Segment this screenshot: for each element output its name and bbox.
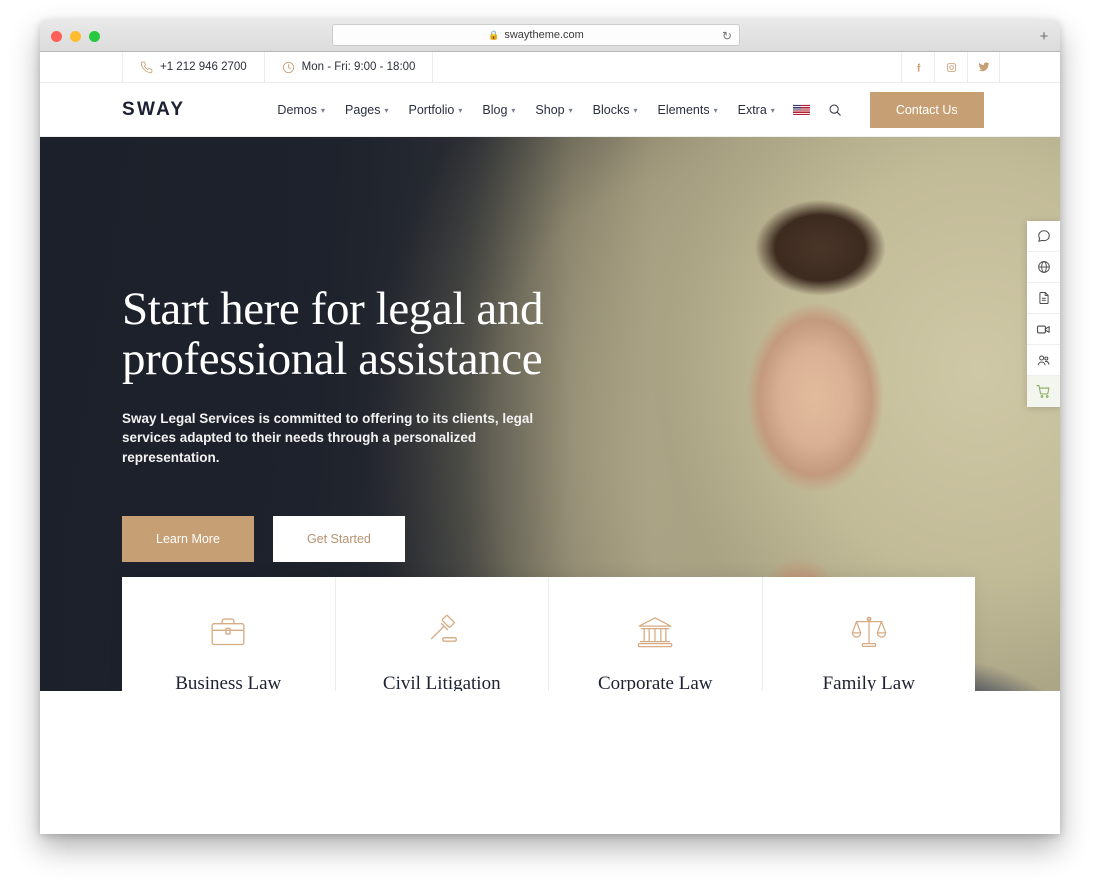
nav-label: Elements: [657, 102, 710, 117]
minimize-window-button[interactable]: [70, 31, 81, 42]
nav-right-group: Contact Us: [792, 91, 984, 128]
phone-info[interactable]: +1 212 946 2700: [122, 52, 265, 82]
topbar-contact-group: +1 212 946 2700 Mon - Fri: 9:00 - 18:00: [122, 52, 434, 82]
contact-us-button[interactable]: Contact Us: [869, 91, 984, 128]
get-started-button[interactable]: Get Started: [272, 516, 405, 563]
nav-label: Demos: [277, 102, 318, 117]
close-window-button[interactable]: [51, 31, 62, 42]
chevron-down-icon: ▾: [568, 106, 573, 115]
nav-label: Portfolio: [408, 102, 455, 117]
traffic-lights: [51, 31, 100, 42]
learn-more-button[interactable]: Learn More: [122, 516, 254, 563]
webpage: +1 212 946 2700 Mon - Fri: 9:00 - 18:00: [40, 52, 1060, 834]
card-title: Family Law: [822, 673, 915, 691]
chevron-down-icon: ▾: [511, 106, 516, 115]
card-title: Civil Litigation: [382, 673, 501, 691]
hero-title-line2: professional assistance: [122, 332, 543, 385]
card-title: Business Law: [175, 673, 282, 691]
business-hours: Mon - Fri: 9:00 - 18:00: [301, 61, 416, 73]
service-card-family-law[interactable]: Family Law Get expert legal support from…: [763, 577, 976, 691]
lock-icon: 🔒: [488, 29, 500, 40]
video-icon[interactable]: [1027, 314, 1060, 345]
chevron-down-icon: ▾: [713, 106, 718, 115]
card-title: Corporate Law: [598, 673, 713, 691]
nav-label: Shop: [535, 102, 565, 117]
us-flag-icon[interactable]: [792, 104, 810, 115]
chevron-down-icon: ▾: [321, 106, 326, 115]
service-card-corporate-law[interactable]: Corporate Law Get expert legal support f…: [549, 577, 763, 691]
service-cards: Business Law Get expert legal support fr…: [122, 577, 975, 691]
hero-content: Start here for legal and professional as…: [122, 283, 592, 563]
phone-number: +1 212 946 2700: [160, 61, 247, 73]
nav-menu: Demos ▾ Pages ▾ Portfolio ▾ Blog ▾ Shop: [277, 103, 774, 117]
chat-icon[interactable]: [1027, 221, 1060, 252]
cart-icon[interactable]: [1027, 376, 1060, 407]
hours-info: Mon - Fri: 9:00 - 18:00: [263, 52, 434, 82]
courthouse-icon: [569, 609, 742, 655]
service-card-civil-litigation[interactable]: Civil Litigation Get expert legal suppor…: [336, 577, 549, 691]
browser-window: 🔒 swaytheme.com ↻ + +1 212 946 2700 Mon …: [40, 20, 1060, 834]
address-bar[interactable]: 🔒 swaytheme.com ↻: [332, 24, 740, 46]
people-icon[interactable]: [1027, 345, 1060, 376]
nav-item-portfolio[interactable]: Portfolio ▾: [409, 103, 463, 117]
chevron-down-icon: ▾: [770, 106, 775, 115]
nav-item-extra[interactable]: Extra ▾: [738, 103, 775, 117]
twitter-icon[interactable]: [967, 52, 1000, 82]
nav-label: Extra: [737, 102, 767, 117]
hero-title: Start here for legal and professional as…: [122, 283, 592, 385]
nav-item-elements[interactable]: Elements ▾: [657, 103, 717, 117]
nav-item-demos[interactable]: Demos ▾: [277, 103, 325, 117]
nav-label: Blocks: [592, 102, 630, 117]
gavel-icon: [356, 609, 529, 655]
nav-item-blocks[interactable]: Blocks ▾: [593, 103, 638, 117]
maximize-window-button[interactable]: [89, 31, 100, 42]
floating-side-rail: [1027, 221, 1060, 407]
hero-cta-group: Learn More Get Started: [122, 516, 592, 563]
hero-title-line1: Start here for legal and: [122, 283, 544, 335]
globe-icon[interactable]: [1027, 252, 1060, 283]
clock-icon: [282, 61, 295, 74]
nav-item-shop[interactable]: Shop ▾: [535, 103, 572, 117]
top-utility-bar: +1 212 946 2700 Mon - Fri: 9:00 - 18:00: [40, 52, 1060, 83]
search-icon[interactable]: [828, 103, 842, 117]
service-card-business-law[interactable]: Business Law Get expert legal support fr…: [122, 577, 336, 691]
new-tab-button[interactable]: +: [1034, 26, 1054, 46]
browser-chrome: 🔒 swaytheme.com ↻ +: [40, 20, 1060, 52]
chevron-down-icon: ▾: [384, 106, 389, 115]
hero-subtitle: Sway Legal Services is committed to offe…: [122, 410, 534, 466]
chevron-down-icon: ▾: [633, 106, 638, 115]
briefcase-icon: [142, 609, 315, 655]
facebook-icon[interactable]: [901, 52, 934, 82]
site-logo[interactable]: SWAY: [122, 99, 185, 121]
chevron-down-icon: ▾: [458, 106, 463, 115]
nav-label: Pages: [345, 102, 381, 117]
social-links: [901, 52, 1000, 82]
hero-section: Start here for legal and professional as…: [40, 137, 1060, 691]
nav-item-pages[interactable]: Pages ▾: [345, 103, 388, 117]
nav-item-blog[interactable]: Blog ▾: [482, 103, 515, 117]
scales-icon: [783, 609, 956, 655]
phone-icon: [140, 61, 153, 74]
url-text: swaytheme.com: [504, 29, 584, 41]
main-navbar: SWAY Demos ▾ Pages ▾ Portfolio ▾ Blog ▾: [40, 83, 1060, 137]
instagram-icon[interactable]: [934, 52, 967, 82]
nav-label: Blog: [482, 102, 508, 117]
document-icon[interactable]: [1027, 283, 1060, 314]
reload-icon[interactable]: ↻: [722, 29, 732, 43]
